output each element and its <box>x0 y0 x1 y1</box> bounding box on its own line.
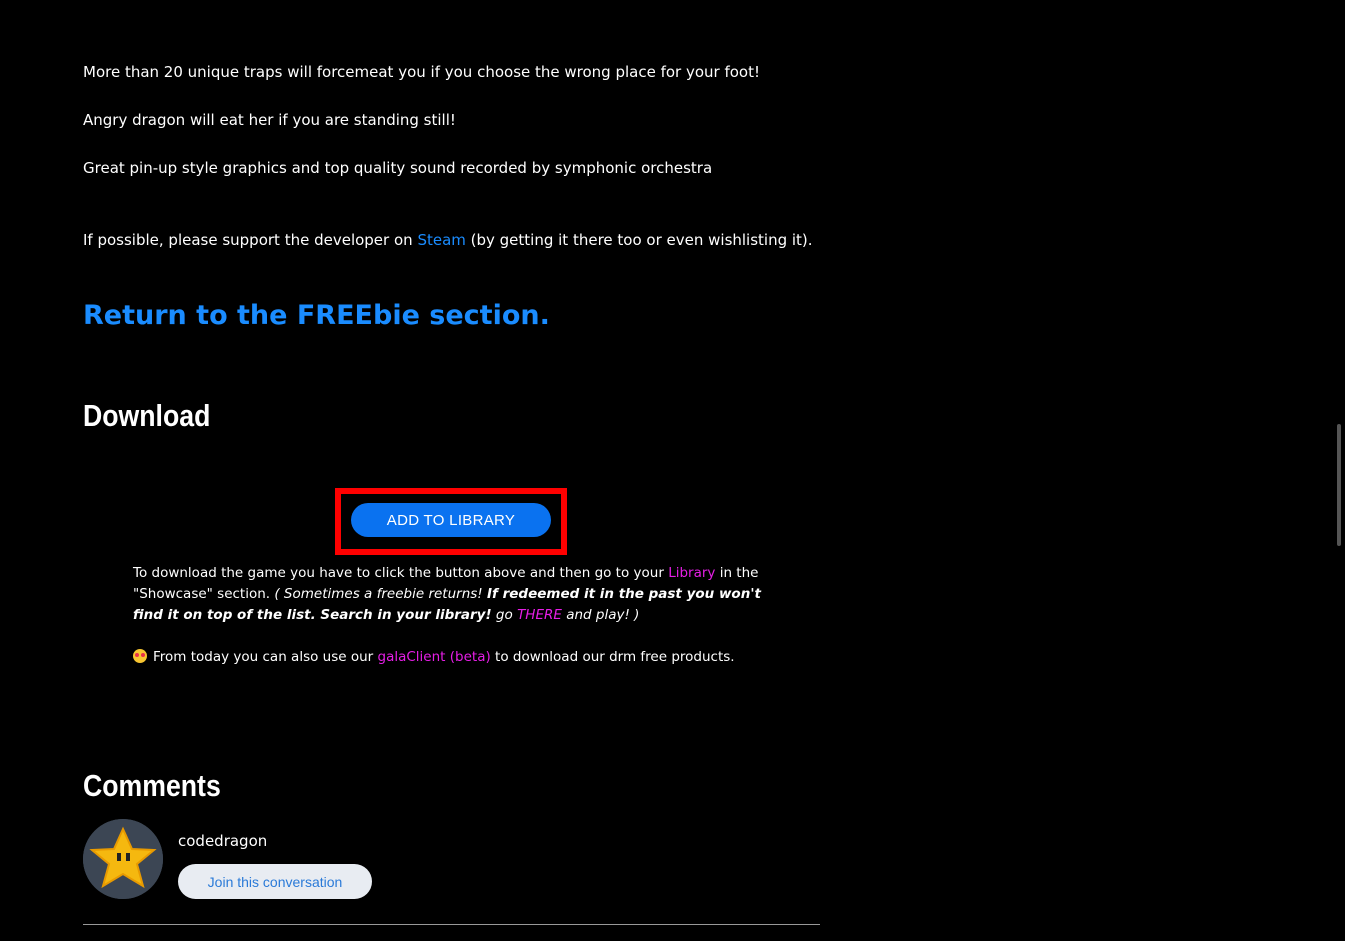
scrollbar[interactable] <box>1337 424 1341 546</box>
download-heading: Download <box>83 398 211 433</box>
star-avatar-icon <box>83 819 163 899</box>
divider <box>83 924 820 925</box>
join-conversation-button[interactable]: Join this conversation <box>178 864 372 899</box>
gala-text-after: to download our drm free products. <box>490 649 735 665</box>
feature-traps-text: More than 20 unique traps will forcemeat… <box>83 63 761 81</box>
feature-dragon-text: Angry dragon will eat her if you are sta… <box>83 111 456 129</box>
feature-graphics-text: Great pin-up style graphics and top qual… <box>83 159 713 177</box>
support-developer-text: If possible, please support the develope… <box>83 230 813 250</box>
comment-username: codedragon <box>178 832 268 850</box>
avatar <box>83 819 163 899</box>
page: More than 20 unique traps will forcemeat… <box>0 0 1345 941</box>
download-instructions: To download the game you have to click t… <box>133 563 773 626</box>
return-to-freebie-link[interactable]: Return to the FREEbie section. <box>83 298 550 334</box>
library-link[interactable]: Library <box>668 565 715 581</box>
comments-heading: Comments <box>83 768 221 803</box>
star-struck-emoji-icon <box>133 649 147 663</box>
galaclient-link[interactable]: galaClient (beta) <box>378 649 491 665</box>
go-text: go <box>491 607 518 623</box>
galaclient-note: From today you can also use our galaClie… <box>133 647 735 668</box>
there-link[interactable]: THERE <box>517 607 562 623</box>
support-text-before: If possible, please support the develope… <box>83 231 418 249</box>
instructions-text: To download the game you have to click t… <box>133 565 669 581</box>
add-to-library-button[interactable]: ADD TO LIBRARY <box>351 503 551 537</box>
support-text-after: (by getting it there too or even wishlis… <box>465 231 813 249</box>
steam-link[interactable]: Steam <box>417 231 465 249</box>
freebie-note: ( Sometimes a freebie returns! <box>274 586 487 602</box>
play-text: and play! ) <box>561 607 640 623</box>
gala-text-before: From today you can also use our <box>153 649 378 665</box>
